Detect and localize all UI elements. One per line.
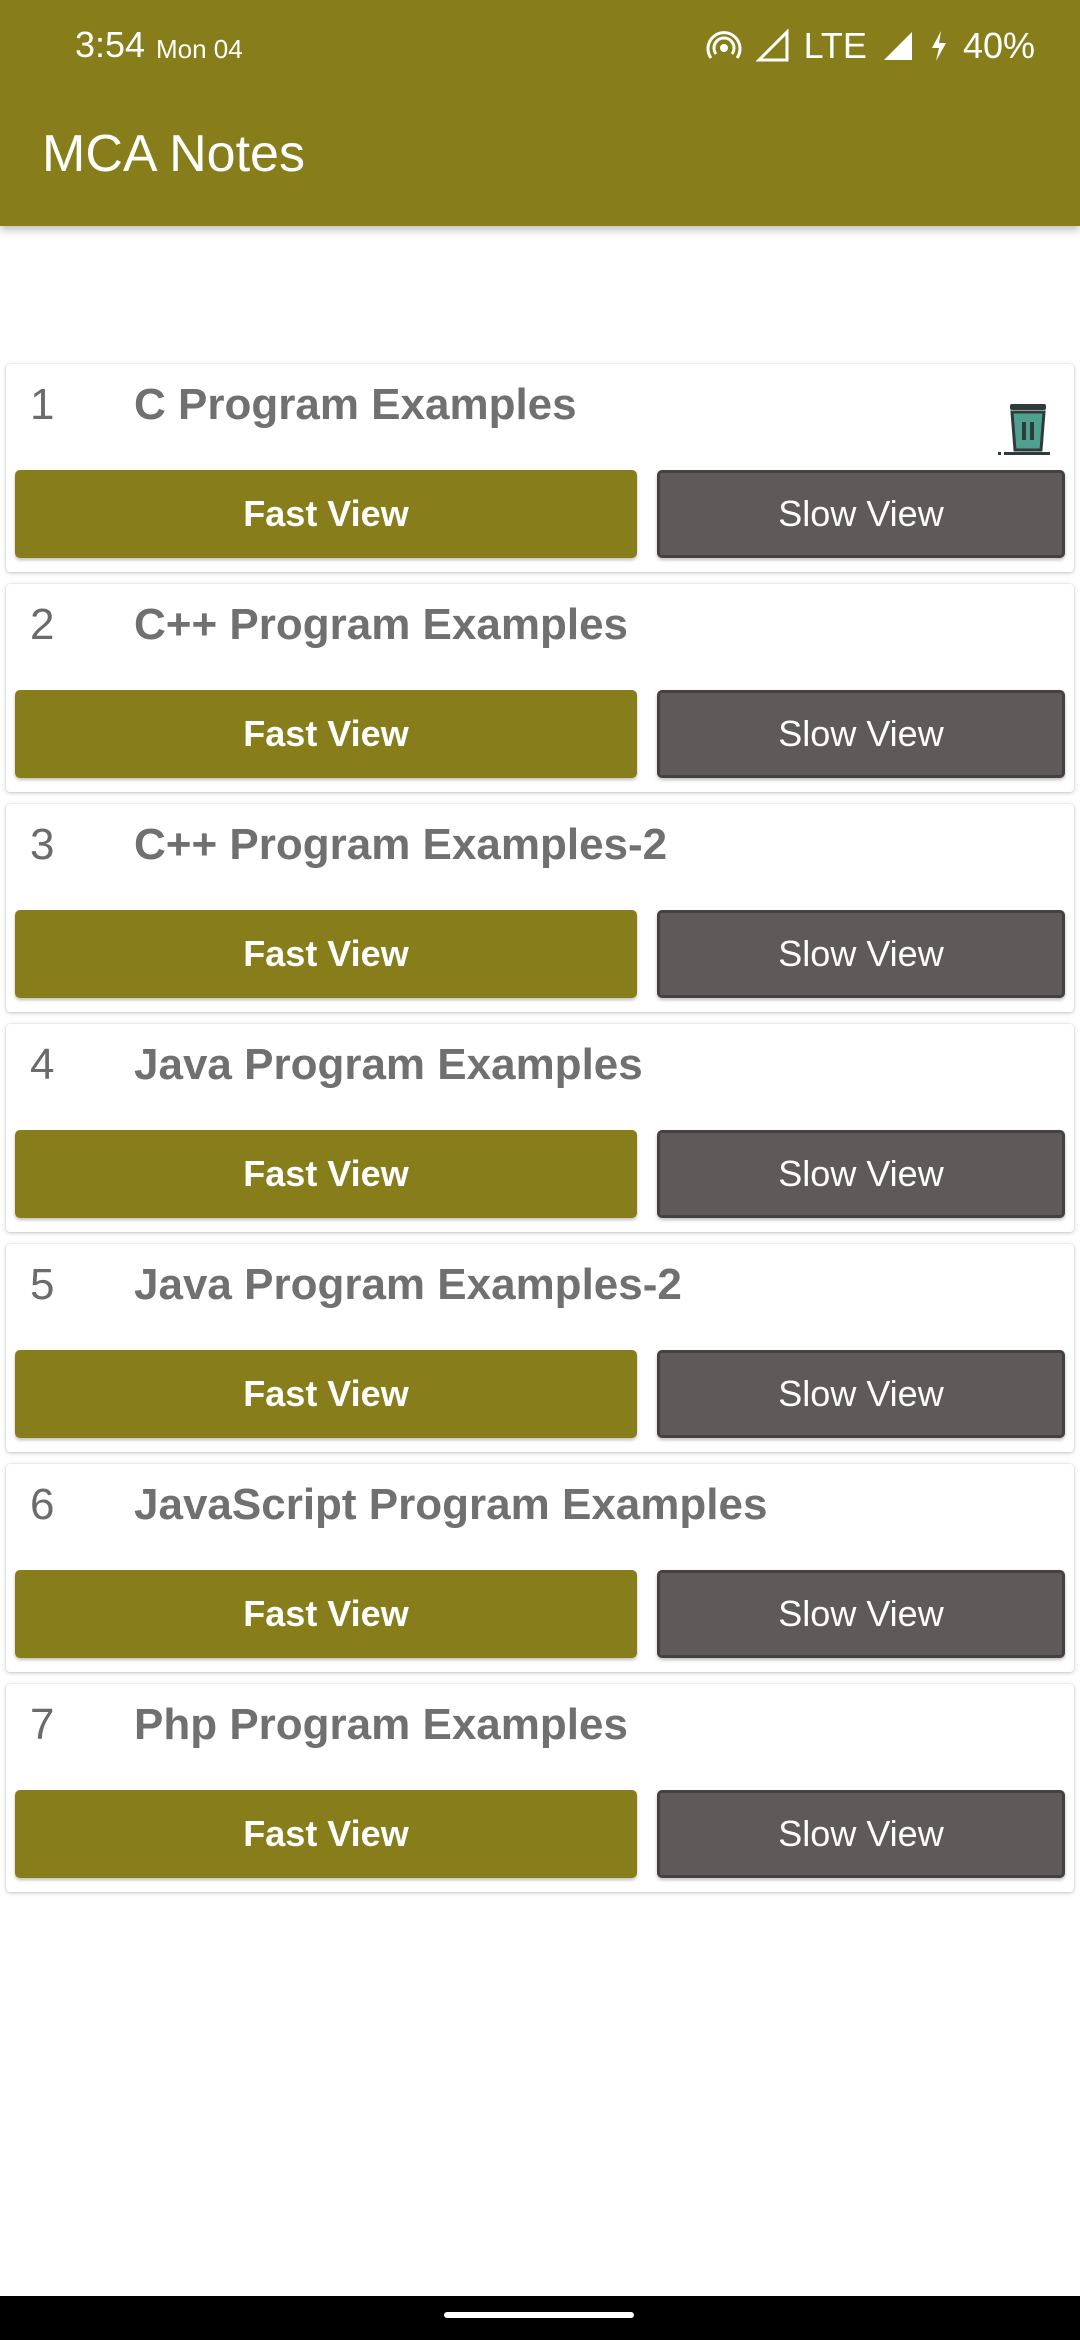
app-title: MCA Notes: [42, 125, 305, 183]
navigation-bar: [0, 2296, 1080, 2340]
item-title: Php Program Examples: [134, 1700, 628, 1749]
network-type: LTE: [803, 25, 867, 66]
list-item: 2 C++ Program Examples Fast View Slow Vi…: [6, 584, 1074, 792]
app-bar: 3:54 Mon 04 LTE 40% MCA Notes: [0, 0, 1080, 226]
status-bar: 3:54 Mon 04 LTE 40%: [0, 0, 1080, 92]
battery-level: 40%: [962, 25, 1035, 66]
fast-view-button[interactable]: Fast View: [15, 1790, 637, 1878]
item-number: 6: [30, 1480, 55, 1529]
item-number: 4: [30, 1040, 55, 1089]
slow-view-button[interactable]: Slow View: [657, 1790, 1065, 1878]
fast-view-button[interactable]: Fast View: [15, 1130, 637, 1218]
slow-view-button[interactable]: Slow View: [657, 1570, 1065, 1658]
fast-view-button[interactable]: Fast View: [15, 1350, 637, 1438]
list-item: 5 Java Program Examples-2 Fast View Slow…: [6, 1244, 1074, 1452]
item-title: JavaScript Program Examples: [134, 1480, 768, 1529]
list-item: 3 C++ Program Examples-2 Fast View Slow …: [6, 804, 1074, 1012]
status-time: 3:54: [75, 24, 146, 65]
status-date: Mon 04: [156, 34, 243, 64]
program-list: 1 C Program Examples Fast View Slow View…: [6, 364, 1074, 1904]
status-icons: LTE 40%: [706, 24, 1035, 68]
trash-icon[interactable]: [996, 398, 1054, 465]
list-item: 7 Php Program Examples Fast View Slow Vi…: [6, 1684, 1074, 1892]
item-number: 5: [30, 1260, 55, 1309]
slow-view-button[interactable]: Slow View: [657, 1130, 1065, 1218]
item-title: C++ Program Examples-2: [134, 820, 668, 869]
item-number: 2: [30, 600, 55, 649]
charging-icon: [929, 29, 949, 63]
slow-view-button[interactable]: Slow View: [657, 1350, 1065, 1438]
signal-outline-icon: [755, 29, 790, 63]
slow-view-button[interactable]: Slow View: [657, 690, 1065, 778]
fast-view-button[interactable]: Fast View: [15, 1570, 637, 1658]
fast-view-button[interactable]: Fast View: [15, 470, 637, 558]
item-title: Java Program Examples-2: [134, 1260, 682, 1309]
home-gesture-handle[interactable]: [444, 2312, 634, 2318]
item-title: C++ Program Examples: [134, 600, 629, 649]
signal-icon: [881, 29, 915, 63]
list-item: 6 JavaScript Program Examples Fast View …: [6, 1464, 1074, 1672]
item-number: 1: [30, 380, 55, 429]
slow-view-button[interactable]: Slow View: [657, 470, 1065, 558]
list-item: 1 C Program Examples Fast View Slow View: [6, 364, 1074, 572]
item-title: Java Program Examples: [134, 1040, 643, 1089]
item-number: 7: [30, 1700, 55, 1749]
item-title: C Program Examples: [134, 380, 577, 429]
fast-view-button[interactable]: Fast View: [15, 910, 637, 998]
fast-view-button[interactable]: Fast View: [15, 690, 637, 778]
list-item: 4 Java Program Examples Fast View Slow V…: [6, 1024, 1074, 1232]
hotspot-icon: [706, 28, 742, 64]
item-number: 3: [30, 820, 55, 869]
slow-view-button[interactable]: Slow View: [657, 910, 1065, 998]
